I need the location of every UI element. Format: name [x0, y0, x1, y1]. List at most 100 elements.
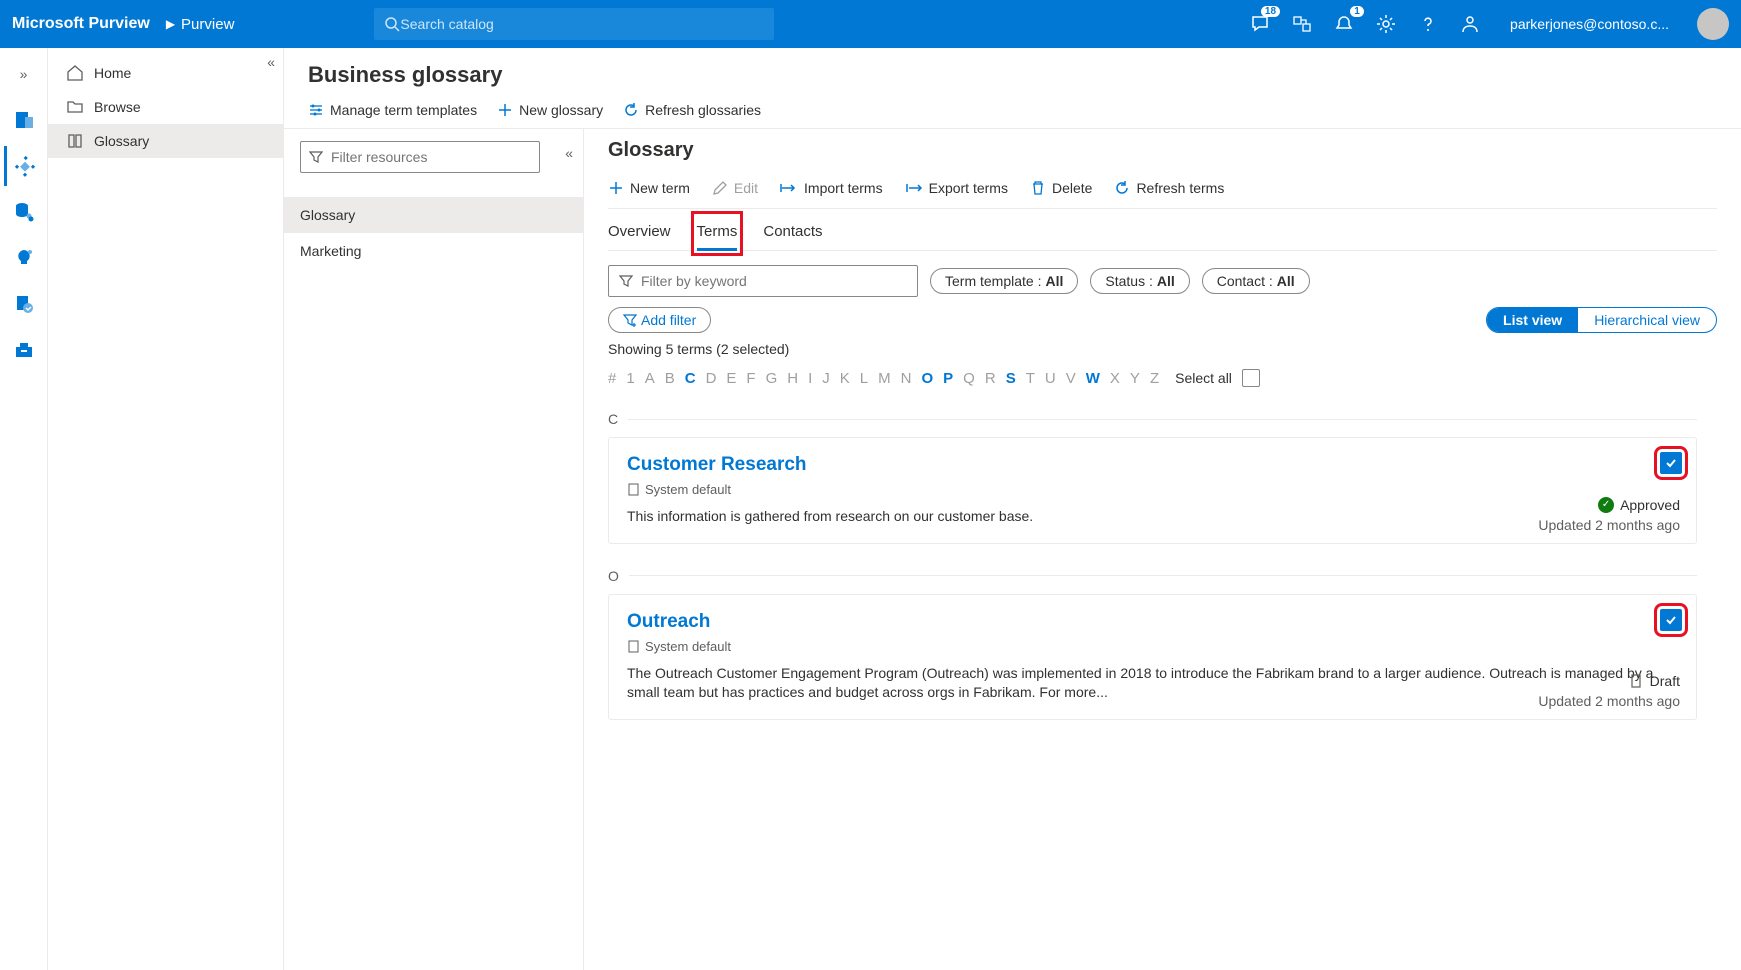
term-card[interactable]: Outreach System default The Outreach Cus… — [608, 594, 1697, 720]
term-card[interactable]: Customer Research System default This in… — [608, 437, 1697, 544]
alpha-letter[interactable]: E — [726, 370, 736, 387]
list-view-button[interactable]: List view — [1487, 308, 1578, 332]
rail-item-catalog[interactable] — [4, 146, 44, 186]
person-icon[interactable] — [1458, 12, 1482, 36]
page-header: Business glossary — [284, 48, 1741, 96]
secondary-nav: « Home Browse Glossary — [48, 48, 284, 970]
draft-icon — [1628, 673, 1644, 689]
nav-item-browse[interactable]: Browse — [48, 90, 283, 124]
alpha-letter[interactable]: M — [878, 370, 891, 387]
alpha-letter[interactable]: # — [608, 370, 616, 387]
alpha-letter[interactable]: K — [840, 370, 850, 387]
new-term-button[interactable]: New term — [608, 180, 690, 196]
collapse-resources-icon[interactable]: « — [565, 145, 573, 161]
task-icon[interactable] — [1290, 12, 1314, 36]
alpha-letter[interactable]: L — [860, 370, 868, 387]
search-box[interactable] — [374, 8, 774, 40]
alpha-letter[interactable]: P — [943, 370, 953, 387]
new-glossary-button[interactable]: New glossary — [497, 102, 603, 118]
term-checkbox[interactable] — [1660, 609, 1682, 631]
tab-contacts[interactable]: Contacts — [763, 217, 822, 250]
alpha-letter[interactable]: H — [787, 370, 798, 387]
view-row: Add filter List view Hierarchical view — [608, 307, 1717, 333]
rail-item-sources[interactable] — [4, 100, 44, 140]
group-label: O — [608, 568, 1697, 584]
app-header: Microsoft Purview ▶ Purview 18 1 parkerj… — [0, 0, 1741, 48]
alpha-letter[interactable]: W — [1086, 370, 1100, 387]
manage-templates-button[interactable]: Manage term templates — [308, 102, 477, 118]
rail-item-data[interactable] — [4, 192, 44, 232]
term-title[interactable]: Outreach — [627, 611, 1678, 633]
term-status: ✓Approved — [1598, 497, 1680, 513]
help-icon[interactable] — [1416, 12, 1440, 36]
filter-icon — [309, 150, 323, 164]
notification-icon[interactable]: 1 — [1332, 12, 1356, 36]
rail-item-insights[interactable] — [4, 238, 44, 278]
alpha-letter[interactable]: O — [921, 370, 933, 387]
refresh-terms-button[interactable]: Refresh terms — [1114, 180, 1224, 196]
collapse-nav-icon[interactable]: « — [267, 54, 275, 70]
term-title[interactable]: Customer Research — [627, 454, 1678, 476]
search-input[interactable] — [400, 16, 764, 32]
expand-rail-icon[interactable]: » — [4, 54, 44, 94]
rail-item-management[interactable] — [4, 330, 44, 370]
nav-label: Home — [94, 65, 131, 81]
alpha-letter[interactable]: I — [808, 370, 812, 387]
add-filter-button[interactable]: Add filter — [608, 307, 711, 333]
term-template: System default — [627, 639, 1678, 654]
alpha-letter[interactable]: X — [1110, 370, 1120, 387]
alpha-letter[interactable]: S — [1006, 370, 1016, 387]
alpha-letter[interactable]: F — [746, 370, 755, 387]
alpha-letter[interactable]: A — [645, 370, 655, 387]
tab-overview[interactable]: Overview — [608, 217, 671, 250]
filter-icon — [619, 274, 633, 288]
alpha-letter[interactable]: D — [706, 370, 717, 387]
contact-filter-pill[interactable]: Contact : All — [1202, 268, 1310, 294]
alpha-letter[interactable]: U — [1045, 370, 1056, 387]
rail-item-policy[interactable] — [4, 284, 44, 324]
term-description: The Outreach Customer Engagement Program… — [627, 664, 1678, 703]
refresh-icon — [623, 102, 639, 118]
alpha-letter[interactable]: Q — [963, 370, 975, 387]
group-label: C — [608, 411, 1697, 427]
filter-resources-box[interactable] — [300, 141, 540, 173]
resource-item-glossary[interactable]: Glossary — [284, 197, 583, 233]
refresh-glossaries-button[interactable]: Refresh glossaries — [623, 102, 761, 118]
select-all-label[interactable]: Select all — [1175, 370, 1232, 386]
alpha-letter[interactable]: Y — [1130, 370, 1140, 387]
alpha-letter[interactable]: 1 — [626, 370, 634, 387]
showing-label: Showing 5 terms (2 selected) — [608, 341, 1717, 357]
alpha-letter[interactable]: C — [685, 370, 696, 387]
avatar[interactable] — [1697, 8, 1729, 40]
alpha-letter[interactable]: B — [665, 370, 675, 387]
nav-item-home[interactable]: Home — [48, 56, 283, 90]
settings-icon[interactable] — [1374, 12, 1398, 36]
feedback-badge: 18 — [1261, 6, 1280, 17]
alpha-letter[interactable]: R — [985, 370, 996, 387]
export-terms-button[interactable]: Export terms — [905, 180, 1008, 196]
hierarchical-view-button[interactable]: Hierarchical view — [1578, 308, 1716, 332]
breadcrumb[interactable]: Purview — [181, 16, 234, 33]
import-terms-button[interactable]: Import terms — [780, 180, 883, 196]
term-updated: Updated 2 months ago — [1538, 517, 1680, 533]
delete-button[interactable]: Delete — [1030, 180, 1092, 196]
filter-resources-input[interactable] — [331, 149, 531, 165]
keyword-input[interactable] — [641, 273, 907, 289]
select-all-checkbox[interactable] — [1242, 369, 1260, 387]
nav-item-glossary[interactable]: Glossary — [48, 124, 283, 158]
alpha-letter[interactable]: V — [1066, 370, 1076, 387]
user-email[interactable]: parkerjones@contoso.c... — [1510, 16, 1669, 32]
template-filter-pill[interactable]: Term template : All — [930, 268, 1078, 294]
alpha-letter[interactable]: N — [901, 370, 912, 387]
alpha-letter[interactable]: J — [822, 370, 830, 387]
status-filter-pill[interactable]: Status : All — [1090, 268, 1189, 294]
term-checkbox[interactable] — [1660, 452, 1682, 474]
feedback-icon[interactable]: 18 — [1248, 12, 1272, 36]
keyword-filter-box[interactable] — [608, 265, 918, 297]
alpha-letter[interactable]: G — [766, 370, 778, 387]
alpha-letter[interactable]: T — [1026, 370, 1035, 387]
search-icon — [384, 16, 400, 32]
resource-item-marketing[interactable]: Marketing — [284, 233, 583, 269]
tab-terms[interactable]: Terms — [697, 217, 738, 250]
alpha-letter[interactable]: Z — [1150, 370, 1159, 387]
